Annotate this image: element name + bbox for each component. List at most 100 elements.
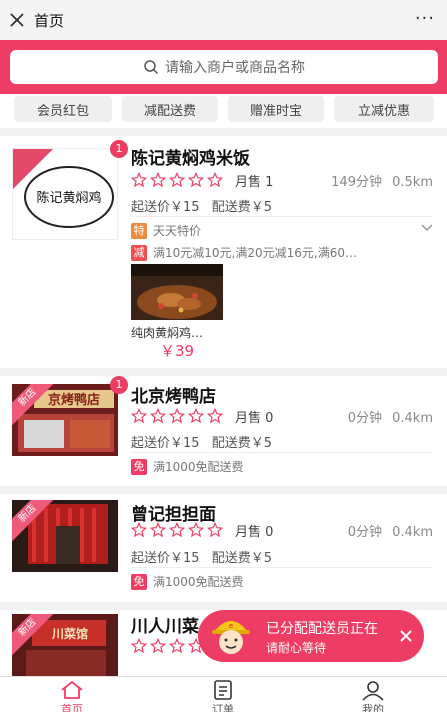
toast-subtitle: 请耐心等待	[266, 641, 327, 655]
shop-name: 陈记黄焖鸡米饭	[131, 149, 250, 169]
star-icon	[169, 172, 185, 188]
divider	[0, 368, 447, 376]
star-icon	[131, 522, 147, 538]
orders-icon	[214, 680, 232, 700]
close-icon[interactable]	[0, 0, 34, 40]
dish-image[interactable]	[131, 264, 223, 320]
shop-card[interactable]: 京烤鸭店 新店 1 北京烤鸭店 月售 0 0分钟 0.4km 起送价￥15 配送…	[0, 376, 447, 486]
chip-reduce-delivery[interactable]: 减配送费	[122, 96, 218, 122]
min-price: 起送价￥15	[131, 436, 200, 451]
promo-text: 满1000免配送费	[153, 460, 244, 474]
promo-tag: 减	[131, 244, 147, 261]
shop-photo: 京烤鸭店 新店	[12, 384, 118, 456]
distance: 0.4km	[392, 525, 433, 540]
promo-text: 满1000免配送费	[153, 575, 244, 589]
distance: 0.4km	[392, 411, 433, 426]
min-price: 起送价￥15	[131, 551, 200, 566]
user-icon	[362, 681, 384, 701]
fees: 起送价￥15 配送费￥5	[131, 547, 272, 566]
svg-text:e: e	[229, 622, 233, 630]
distance: 0.5km	[392, 175, 433, 190]
fees: 起送价￥15 配送费￥5	[131, 432, 272, 451]
delivery-time: 0分钟	[347, 525, 382, 540]
notice-badge: 1	[110, 376, 128, 394]
promo-text: 天天特价	[153, 224, 202, 238]
storefront-sign: 京烤鸭店	[48, 392, 100, 408]
star-icon	[150, 522, 166, 538]
delivery-fee: 配送费￥5	[211, 551, 272, 566]
star-icon	[169, 408, 185, 424]
rating-stars	[131, 522, 223, 538]
promo-item: 免 满1000免配送费	[131, 573, 244, 590]
star-icon	[150, 172, 166, 188]
chip-ontime[interactable]: 赠准时宝	[228, 96, 324, 122]
divider	[0, 128, 447, 136]
search-band: 请输入商户或商品名称	[0, 40, 447, 94]
page-title: 首页	[34, 11, 65, 30]
chevron-down-icon[interactable]	[421, 224, 433, 232]
shop-photo: 川菜馆 新店	[12, 614, 118, 676]
rider-assigned-toast[interactable]: e 已分配配送员正在 请耐心等待	[198, 610, 424, 662]
promo-tag: 特	[131, 222, 147, 239]
shop-card[interactable]: 新店 曾记担担面 月售 0 0分钟 0.4km 起送价￥15 配送费￥5 免 满…	[0, 494, 447, 602]
courier-avatar-icon: e	[212, 621, 250, 654]
tab-label: 订单	[212, 703, 234, 712]
star-icon	[169, 638, 185, 654]
dish-name: 纯肉黄焖鸡…	[131, 326, 204, 340]
logo-text: 陈记黄焖鸡	[36, 190, 101, 206]
delivery-time-distance: 149分钟 0.5km	[331, 171, 433, 190]
star-icon	[131, 638, 147, 654]
close-icon[interactable]	[400, 630, 412, 642]
chip-discount[interactable]: 立减优惠	[334, 96, 434, 122]
divider	[0, 602, 447, 610]
search-placeholder: 请输入商户或商品名称	[165, 60, 305, 76]
filter-chips: 会员红包 减配送费 赠准时宝 立减优惠	[0, 94, 447, 128]
star-icon	[188, 172, 204, 188]
tab-label: 首页	[61, 703, 83, 712]
divider	[0, 486, 447, 494]
divider	[131, 216, 433, 217]
delivery-fee: 配送费￥5	[211, 200, 272, 215]
promo-text: 满10元减10元,满20元减16元,满60…	[153, 246, 357, 260]
promo-tag: 免	[131, 458, 147, 475]
more-menu-icon[interactable]: ···	[415, 8, 435, 29]
tab-home[interactable]: 首页	[22, 679, 122, 712]
promo-item: 减 满10元减10元,满20元减16元,满60…	[131, 244, 357, 261]
toast-title: 已分配配送员正在	[266, 621, 378, 637]
delivery-fee: 配送费￥5	[211, 436, 272, 451]
star-icon	[188, 522, 204, 538]
home-icon	[61, 680, 83, 699]
star-icon	[207, 522, 223, 538]
delivery-time-distance: 0分钟 0.4km	[348, 521, 433, 540]
delivery-time: 149分钟	[331, 175, 382, 190]
min-price: 起送价￥15	[131, 200, 200, 215]
storefront-sign: 川菜馆	[51, 626, 88, 641]
top-nav: 首页 ···	[0, 0, 447, 40]
delivery-time-distance: 0分钟 0.4km	[348, 407, 433, 426]
star-icon	[188, 408, 204, 424]
divider	[131, 452, 433, 453]
star-icon	[131, 172, 147, 188]
shop-name: 川人川菜	[131, 617, 199, 637]
shop-logo: 陈记黄焖鸡	[12, 148, 118, 240]
star-icon	[207, 408, 223, 424]
fees: 起送价￥15 配送费￥5	[131, 196, 272, 215]
delivery-time: 0分钟	[347, 411, 382, 426]
tab-mine[interactable]: 我的	[323, 679, 423, 712]
shop-card[interactable]: 陈记黄焖鸡 1 陈记黄焖鸡米饭 月售 1 149分钟 0.5km 起送价￥15 …	[0, 136, 447, 368]
rating-stars	[131, 408, 223, 424]
notice-badge: 1	[110, 140, 128, 158]
dish-price: ￥39	[160, 342, 195, 360]
search-input[interactable]: 请输入商户或商品名称	[10, 50, 438, 84]
chip-member-redpacket[interactable]: 会员红包	[14, 96, 112, 122]
bottom-tab-bar: 首页 订单 我的	[0, 676, 447, 712]
tab-orders[interactable]: 订单	[173, 679, 273, 712]
shop-photo: 新店	[12, 500, 118, 572]
promo-tag: 免	[131, 573, 147, 590]
promo-item: 免 满1000免配送费	[131, 458, 244, 475]
monthly-sales: 月售 0	[235, 411, 274, 426]
search-icon	[144, 60, 159, 75]
promo-item: 特 天天特价	[131, 222, 201, 239]
star-icon	[150, 408, 166, 424]
monthly-sales: 月售 0	[235, 525, 274, 540]
